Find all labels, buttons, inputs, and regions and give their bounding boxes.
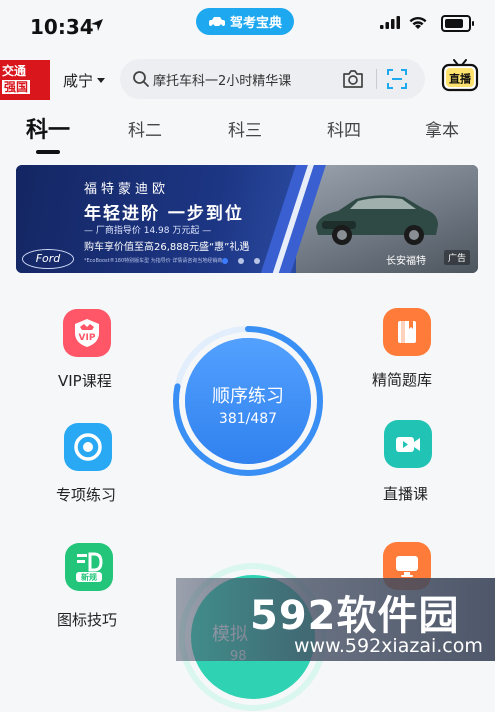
camera-icon[interactable] <box>341 68 365 90</box>
banner-price: — 厂商指导价 14.98 万元起 — <box>84 226 212 236</box>
question-bank-button[interactable] <box>383 308 431 356</box>
tab-kemu1[interactable]: 科一 <box>26 112 70 144</box>
caret-down-icon <box>97 78 106 83</box>
book-icon <box>398 321 416 343</box>
pagination-dot[interactable] <box>238 258 244 264</box>
tab-kemu4[interactable]: 科四 <box>327 116 361 141</box>
search-divider <box>376 69 377 89</box>
tab-kemu3[interactable]: 科三 <box>228 116 262 141</box>
sequential-practice-label: 顺序练习 <box>212 386 284 407</box>
new-badge-label: 新规 <box>81 572 97 582</box>
banner-slogan: 年轻进阶 一步到位 <box>84 204 244 224</box>
logo-line2: 强国 <box>2 80 31 94</box>
ad-badge: 广告 <box>444 250 471 265</box>
pagination-dot[interactable] <box>254 258 260 264</box>
tab-license[interactable]: 拿本 <box>425 116 459 141</box>
live-label: 直播 <box>449 72 472 86</box>
app-name-pill[interactable]: 驾考宝典 <box>196 8 294 35</box>
status-time: 10:34 <box>30 15 94 39</box>
app-logo[interactable]: 交通 强国 <box>0 60 50 100</box>
new-rules-icon: 新规 <box>76 552 103 582</box>
live-class-label[interactable]: 直播课 <box>383 483 428 504</box>
ad-banner[interactable]: 福特蒙迪欧 年轻进阶 一步到位 — 厂商指导价 14.98 万元起 — 购车享价… <box>16 165 478 273</box>
live-tv-icon[interactable]: 直播 <box>441 57 479 95</box>
watermark-title: 592软件园 <box>250 593 460 639</box>
vip-course-label[interactable]: VIP课程 <box>58 370 112 391</box>
car-image-icon <box>316 195 438 245</box>
banner-title: 福特蒙迪欧 <box>84 182 170 197</box>
video-icon <box>396 437 420 452</box>
vip-course-button[interactable]: VIP <box>63 309 111 357</box>
site-watermark: 592软件园 www.592xiazai.com <box>176 578 495 661</box>
car-icon <box>208 16 225 27</box>
vip-badge-icon: VIP <box>75 319 99 347</box>
scan-icon[interactable] <box>386 68 408 90</box>
banner-offer: 购车享价值至高26,888元盛“惠”礼遇 <box>84 242 250 253</box>
watermark-url: www.592xiazai.com <box>294 635 483 657</box>
cellular-signal-icon <box>380 16 400 29</box>
city-name: 咸宁 <box>63 72 94 90</box>
logo-line1: 交通 <box>2 64 27 78</box>
question-bank-label[interactable]: 精简题库 <box>372 369 432 390</box>
search-bar[interactable]: 摩托车科一2小时精华课 <box>120 59 425 99</box>
svg-text:VIP: VIP <box>79 333 96 343</box>
wifi-icon <box>409 16 427 29</box>
special-practice-label[interactable]: 专项练习 <box>56 484 116 505</box>
app-name: 驾考宝典 <box>229 16 282 31</box>
banner-brand: 长安福特 <box>386 256 426 267</box>
live-class-button[interactable] <box>384 420 432 468</box>
sign-tips-button[interactable]: 新规 <box>65 543 113 591</box>
battery-icon <box>441 15 474 32</box>
sign-tips-label[interactable]: 图标技巧 <box>57 609 117 630</box>
tab-kemu2[interactable]: 科二 <box>128 116 162 141</box>
active-tab-indicator <box>36 150 60 154</box>
special-practice-button[interactable] <box>64 423 112 471</box>
location-arrow-icon <box>91 19 103 31</box>
ford-logo: Ford <box>22 249 74 269</box>
pagination-dot[interactable] <box>222 258 228 264</box>
sequential-practice-progress: 381/487 <box>218 411 278 427</box>
banner-fineprint: *EcoBoost®180特别版车型 为指导价 详情请咨询当地经销商 <box>84 258 223 264</box>
monitor-icon <box>396 556 418 577</box>
banner-pagination <box>222 258 260 264</box>
target-icon <box>74 433 102 461</box>
search-icon <box>133 71 149 87</box>
city-selector[interactable]: 咸宁 <box>63 70 106 91</box>
search-placeholder: 摩托车科一2小时精华课 <box>153 74 292 89</box>
